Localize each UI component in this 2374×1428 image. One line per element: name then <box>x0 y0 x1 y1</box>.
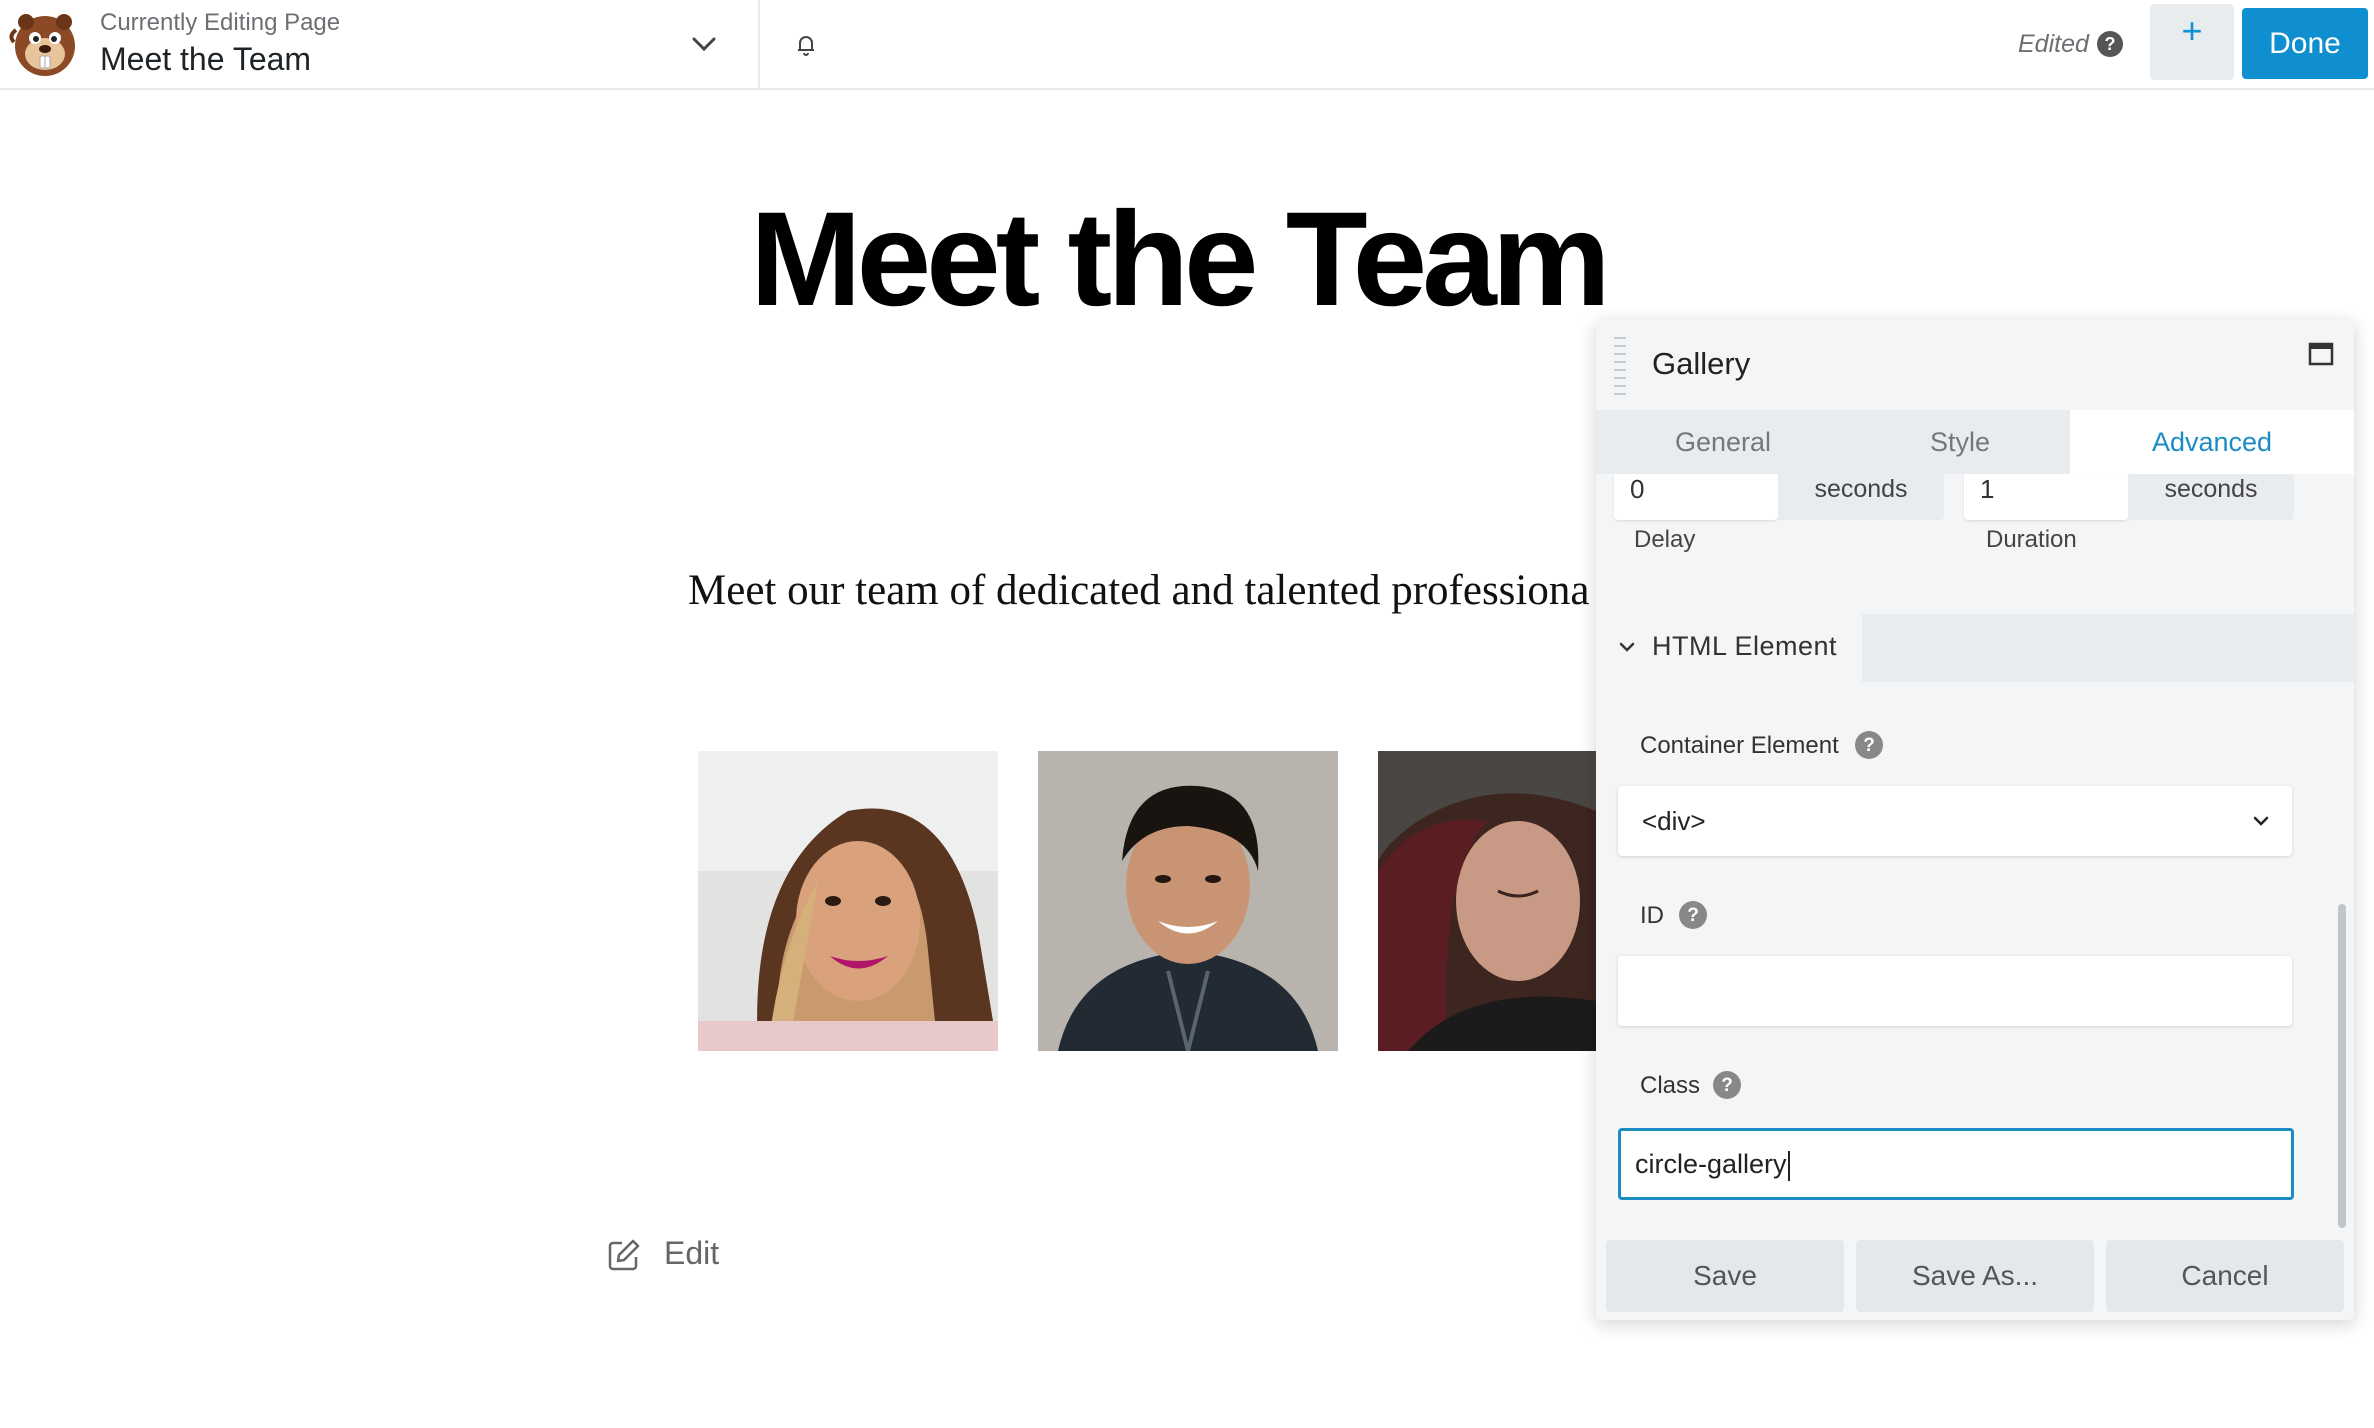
tab-advanced[interactable]: Advanced <box>2070 410 2354 474</box>
section-title: HTML Element <box>1652 631 1838 661</box>
container-element-value: <div> <box>1642 806 1706 836</box>
panel-title: Gallery <box>1652 346 1751 381</box>
html-element-section-toggle[interactable]: HTML Element <box>1596 614 1862 682</box>
html-element-section: HTML Element <box>1596 614 2354 682</box>
chevron-down-icon[interactable] <box>684 24 724 64</box>
beaver-logo[interactable] <box>8 8 82 82</box>
duration-unit: seconds <box>2128 474 2294 520</box>
duration-input[interactable]: 1 <box>1964 474 2128 520</box>
duration-value: 1 <box>1980 474 1995 504</box>
text-caret <box>1787 1150 1790 1181</box>
page-name: Meet the Team <box>100 41 312 77</box>
class-input[interactable]: circle-gallery <box>1618 1128 2294 1200</box>
chevron-down-icon <box>1616 636 1638 658</box>
done-button[interactable]: Done <box>2242 8 2368 79</box>
delay-label: Delay <box>1634 526 1696 553</box>
edit-icon <box>606 1237 642 1273</box>
delay-input[interactable]: 0 <box>1614 474 1778 520</box>
intro-text: Meet our team of dedicated and talented … <box>688 567 1590 614</box>
svg-text:?: ? <box>1721 1075 1733 1096</box>
edit-label: Edit <box>664 1235 720 1271</box>
edited-status: Edited <box>2018 30 2089 58</box>
tab-style[interactable]: Style <box>1850 410 2070 474</box>
add-content-button[interactable]: + <box>2150 4 2234 80</box>
id-label: ID <box>1640 902 1664 929</box>
page-heading: Meet the Team <box>750 185 1611 334</box>
container-element-label: Container Element <box>1640 732 1839 759</box>
help-icon[interactable]: ? <box>1854 730 1884 760</box>
id-input[interactable] <box>1618 956 2292 1026</box>
class-label: Class <box>1640 1072 1701 1099</box>
save-button[interactable]: Save <box>1606 1240 1844 1312</box>
help-icon[interactable]: ? <box>2096 30 2124 58</box>
team-photo-2[interactable] <box>1038 751 1338 1051</box>
class-value-wrap: circle-gallery <box>1635 1149 1790 1181</box>
delay-unit: seconds <box>1778 474 1944 520</box>
svg-text:?: ? <box>2105 34 2116 54</box>
help-icon[interactable]: ? <box>1712 1070 1742 1100</box>
team-photo-1[interactable] <box>698 751 998 1051</box>
class-value: circle-gallery <box>1635 1149 1787 1179</box>
svg-text:?: ? <box>1863 735 1875 756</box>
drag-handle-icon[interactable] <box>1614 334 1626 398</box>
cancel-button[interactable]: Cancel <box>2106 1240 2344 1312</box>
tab-general[interactable]: General <box>1596 410 1850 474</box>
chevron-down-icon <box>2250 810 2272 832</box>
team-photo-3[interactable] <box>1378 751 1596 1051</box>
maximize-icon[interactable] <box>2308 342 2334 366</box>
gallery-settings-panel: Gallery General Style Advanced 0 seconds… <box>1596 320 2354 1320</box>
divider <box>758 0 760 88</box>
panel-scrollbar[interactable] <box>2338 904 2346 1228</box>
top-bar: Currently Editing Page Meet the Team Edi… <box>0 0 2374 90</box>
editing-label: Currently Editing Page <box>100 9 341 36</box>
bell-icon[interactable] <box>790 28 822 60</box>
panel-header: Gallery <box>1596 320 2354 410</box>
panel-tabs: General Style Advanced <box>1596 410 2354 474</box>
duration-label: Duration <box>1986 526 2077 553</box>
svg-text:?: ? <box>1687 905 1699 926</box>
delay-value: 0 <box>1630 474 1645 504</box>
container-element-select[interactable]: <div> <box>1618 786 2292 856</box>
help-icon[interactable]: ? <box>1678 900 1708 930</box>
save-as-button[interactable]: Save As... <box>1856 1240 2094 1312</box>
add-label: + <box>2181 10 2203 51</box>
